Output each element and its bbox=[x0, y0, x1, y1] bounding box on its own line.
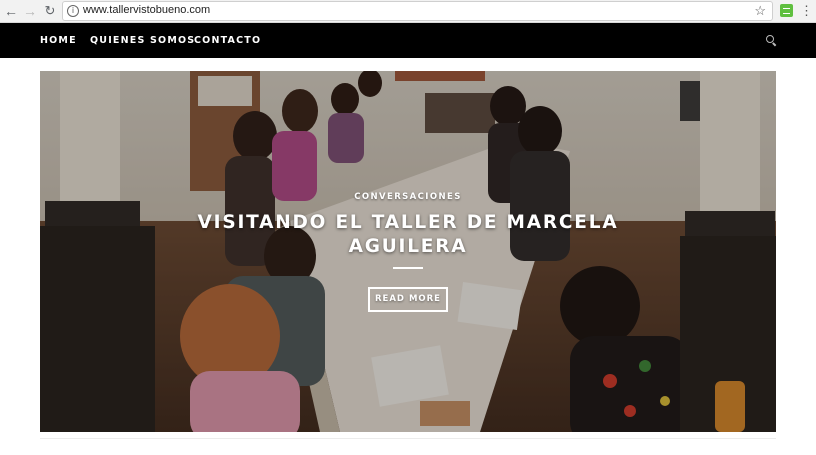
site-header: HOME QUIENES SOMOS CONTACTO bbox=[0, 23, 816, 58]
content-divider bbox=[40, 438, 776, 439]
reload-icon[interactable]: ↻ bbox=[42, 3, 58, 19]
hero-featured-post[interactable]: CONVERSACIONES VISITANDO EL TALLER DE MA… bbox=[40, 71, 776, 432]
nav-item-home[interactable]: HOME bbox=[40, 35, 77, 46]
title-divider bbox=[393, 267, 423, 269]
nav-item-quienes-somos[interactable]: QUIENES SOMOS bbox=[90, 35, 195, 46]
nav-item-contacto[interactable]: CONTACTO bbox=[194, 35, 261, 46]
bookmark-star-icon[interactable]: ☆ bbox=[754, 3, 766, 19]
post-category[interactable]: CONVERSACIONES bbox=[40, 192, 776, 202]
url-text[interactable]: www.tallervistobueno.com bbox=[83, 4, 210, 16]
browser-toolbar: ← → ↻ i www.tallervistobueno.com ☆ ⋮ bbox=[0, 0, 816, 23]
back-arrow-icon[interactable]: ← bbox=[3, 3, 19, 19]
extension-icon[interactable] bbox=[780, 4, 793, 17]
search-icon[interactable] bbox=[766, 35, 776, 45]
address-bar[interactable]: i www.tallervistobueno.com ☆ bbox=[62, 1, 773, 21]
info-icon[interactable]: i bbox=[67, 5, 79, 17]
read-more-button[interactable]: READ MORE bbox=[368, 287, 448, 312]
forward-arrow-icon[interactable]: → bbox=[22, 3, 38, 19]
post-title[interactable]: VISITANDO EL TALLER DE MARCELA AGUILERA bbox=[190, 211, 626, 259]
kebab-menu-icon[interactable]: ⋮ bbox=[800, 3, 813, 19]
